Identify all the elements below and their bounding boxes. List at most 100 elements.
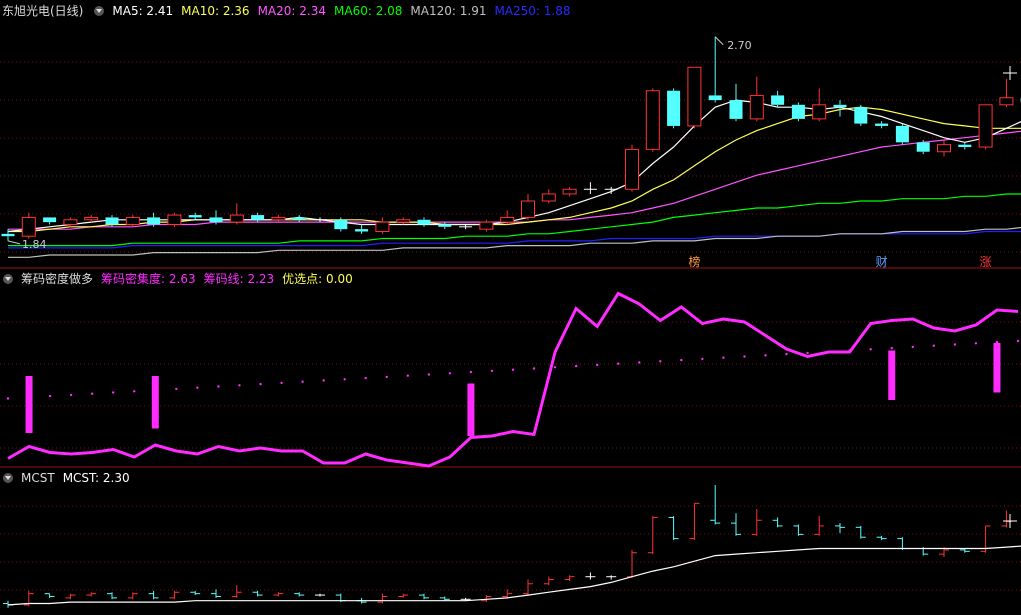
price-candle-body xyxy=(43,217,57,223)
min-pointer xyxy=(7,240,21,245)
chip-dot xyxy=(532,367,536,370)
price-candle-body xyxy=(812,104,827,120)
price-candle-body xyxy=(978,104,993,148)
chip-dot xyxy=(785,352,788,356)
price-candle-body xyxy=(937,144,951,153)
chip-dot xyxy=(722,356,725,359)
ma20-line xyxy=(8,130,1021,230)
chip-dot xyxy=(617,362,620,365)
chip-dot xyxy=(890,346,893,350)
price-candle-body xyxy=(541,193,556,202)
chip-dot xyxy=(995,340,999,344)
chip-dot xyxy=(385,375,388,379)
price-candle-body xyxy=(708,95,722,101)
chip-dot xyxy=(427,373,431,376)
price-candle-body xyxy=(375,221,390,233)
event-tag: 榜 xyxy=(688,254,700,269)
chip-bar xyxy=(993,343,1001,393)
price-candle-body xyxy=(958,144,972,148)
max-price-label: 2.70 xyxy=(727,39,752,52)
price-candle-body xyxy=(125,216,140,225)
price-candle-body xyxy=(229,214,244,223)
max-pointer xyxy=(714,36,724,46)
price-candle-body xyxy=(1,233,15,237)
price-candle-body xyxy=(63,219,78,225)
price-candle-body xyxy=(749,94,764,120)
price-candle-body xyxy=(833,104,847,108)
price-candle-body xyxy=(771,95,785,105)
chip-dot xyxy=(638,361,641,364)
min-price-label: 1.84 xyxy=(22,238,47,251)
chip-dot xyxy=(90,392,94,395)
price-candle-body xyxy=(84,216,99,221)
chip-dot xyxy=(574,364,578,368)
price-candle-body xyxy=(895,125,909,143)
stock-chart[interactable]: 2.70 1.84 榜 财 涨 xyxy=(0,0,1021,615)
ma5-line xyxy=(7,99,1021,233)
chip-dot xyxy=(511,368,515,371)
price-candle-body xyxy=(167,214,182,225)
chip-dot xyxy=(133,390,136,393)
chip-dot xyxy=(869,348,872,351)
price-candle-body xyxy=(875,123,889,126)
chip-dot xyxy=(1016,339,1020,343)
price-candle-body xyxy=(625,148,639,190)
price-candle-body xyxy=(355,229,369,232)
price-candle-body xyxy=(147,217,161,225)
chip-dot xyxy=(701,357,704,361)
price-candle-body xyxy=(396,219,411,223)
chip-dot xyxy=(659,360,662,363)
price-candle-body xyxy=(999,97,1014,106)
chip-dot xyxy=(743,355,746,358)
chip-bar xyxy=(467,383,475,436)
chip-dot xyxy=(259,382,262,386)
price-candle-body xyxy=(562,188,577,195)
price-candle-body xyxy=(791,104,805,119)
chip-bar xyxy=(888,350,896,400)
price-candle-body xyxy=(479,221,494,230)
chip-dot xyxy=(764,354,767,357)
chip-dot xyxy=(806,351,809,355)
chip-dot xyxy=(69,393,73,397)
chip-dot xyxy=(490,369,494,373)
chip-bar xyxy=(151,376,159,429)
price-candle-body xyxy=(854,107,868,124)
chip-dot xyxy=(364,376,367,380)
price-candle-body xyxy=(251,215,265,220)
chip-dot xyxy=(322,379,325,382)
price-candle-body xyxy=(417,219,431,225)
chip-dot xyxy=(953,343,957,346)
price-candle-body xyxy=(209,217,223,223)
chip-dot xyxy=(238,384,241,387)
price-candle-body xyxy=(916,142,930,152)
price-candle-body xyxy=(105,217,119,225)
chip-dot xyxy=(175,387,178,391)
chip-dot xyxy=(48,394,52,398)
chip-dot xyxy=(301,380,304,383)
price-candle-body xyxy=(438,224,452,227)
price-candle-body xyxy=(521,200,535,218)
ma60-line xyxy=(8,193,1021,247)
chip-dot xyxy=(680,358,683,362)
chip-dot xyxy=(595,363,599,367)
chip-dot xyxy=(911,345,914,349)
price-candle-body xyxy=(667,90,681,126)
chip-dot xyxy=(112,391,115,394)
price-candle-body xyxy=(21,216,36,237)
price-candle-body xyxy=(188,215,202,218)
chip-bar xyxy=(25,376,33,433)
price-candle-body xyxy=(271,216,286,221)
mcst-line xyxy=(7,545,1021,606)
chip-dot xyxy=(469,370,473,374)
chip-dot xyxy=(974,342,978,345)
ma120-line xyxy=(8,226,1021,258)
price-candle-body xyxy=(334,219,348,230)
price-candle-body xyxy=(292,217,306,220)
chip-dot xyxy=(343,378,346,381)
chip-dot xyxy=(217,385,220,388)
chip-dot xyxy=(6,397,10,400)
price-candle-body xyxy=(500,216,515,223)
chip-dot xyxy=(932,344,936,347)
ma10-line xyxy=(8,106,1021,233)
chip-dot xyxy=(196,386,199,389)
